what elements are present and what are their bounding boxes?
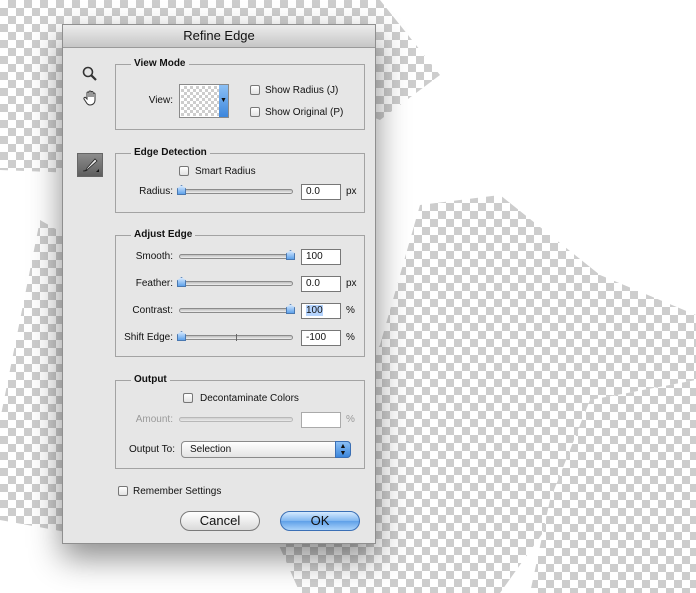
- amount-label: Amount:: [135, 414, 173, 425]
- smart-radius-checkbox[interactable]: [179, 166, 189, 176]
- shift-edge-field[interactable]: -100: [301, 330, 341, 346]
- shift-edge-label: Shift Edge:: [124, 332, 173, 343]
- amount-slider: [179, 417, 293, 422]
- remember-settings-checkbox[interactable]: [118, 486, 128, 496]
- shift-edge-unit: %: [346, 332, 355, 343]
- output-to-value: Selection: [190, 444, 232, 455]
- refine-radius-brush-icon[interactable]: [77, 153, 103, 177]
- show-radius-checkbox[interactable]: [250, 85, 260, 95]
- view-label: View:: [148, 95, 173, 106]
- feather-slider[interactable]: [177, 277, 293, 287]
- show-original-label: Show Original (P): [265, 107, 344, 118]
- updown-arrows-icon: ▲ ▼: [335, 441, 351, 458]
- feather-unit: px: [346, 278, 357, 289]
- output-to-select[interactable]: Selection ▲ ▼: [181, 441, 351, 458]
- hand-icon[interactable]: [81, 88, 101, 108]
- remember-settings-label: Remember Settings: [133, 486, 222, 497]
- amount-field: [301, 412, 341, 428]
- chevron-down-icon: ▼: [219, 85, 228, 117]
- amount-unit: %: [346, 414, 355, 425]
- feather-field[interactable]: 0.0: [301, 276, 341, 292]
- ok-button[interactable]: OK: [280, 511, 360, 531]
- radius-label: Radius:: [139, 186, 173, 197]
- contrast-field[interactable]: 100: [301, 303, 341, 319]
- smooth-slider[interactable]: [179, 250, 295, 260]
- adjust-edge-legend: Adjust Edge: [131, 229, 196, 241]
- shift-edge-slider[interactable]: [177, 331, 293, 341]
- edge-detection-legend: Edge Detection: [131, 147, 210, 159]
- smooth-label: Smooth:: [135, 251, 173, 262]
- show-original-checkbox[interactable]: [250, 107, 260, 117]
- cancel-button[interactable]: Cancel: [180, 511, 260, 531]
- edge-detection-group: Edge Detection: [115, 147, 365, 213]
- feather-label: Feather:: [135, 278, 173, 289]
- shift-edge-center-tick: [236, 334, 237, 341]
- radius-unit: px: [346, 186, 357, 197]
- contrast-unit: %: [346, 305, 355, 316]
- show-radius-label: Show Radius (J): [265, 85, 339, 96]
- contrast-slider[interactable]: [179, 304, 295, 314]
- radius-slider[interactable]: [177, 185, 293, 195]
- output-to-label: Output To:: [129, 444, 175, 455]
- refine-edge-dialog: Refine Edge View Mode View: ▼ Show Radiu…: [62, 24, 376, 544]
- contrast-label: Contrast:: [132, 305, 173, 316]
- smooth-field[interactable]: 100: [301, 249, 341, 265]
- contrast-value-selected: 100: [306, 305, 323, 316]
- output-legend: Output: [131, 374, 170, 386]
- decontaminate-colors-label: Decontaminate Colors: [200, 393, 299, 404]
- decontaminate-colors-checkbox[interactable]: [183, 393, 193, 403]
- view-mode-legend: View Mode: [131, 58, 189, 70]
- view-preview-thumbnail: [181, 86, 219, 116]
- smart-radius-label: Smart Radius: [195, 166, 256, 177]
- view-mode-picker[interactable]: ▼: [179, 84, 229, 118]
- dialog-title: Refine Edge: [63, 25, 375, 48]
- magnifier-icon[interactable]: [81, 65, 99, 83]
- radius-field[interactable]: 0.0: [301, 184, 341, 200]
